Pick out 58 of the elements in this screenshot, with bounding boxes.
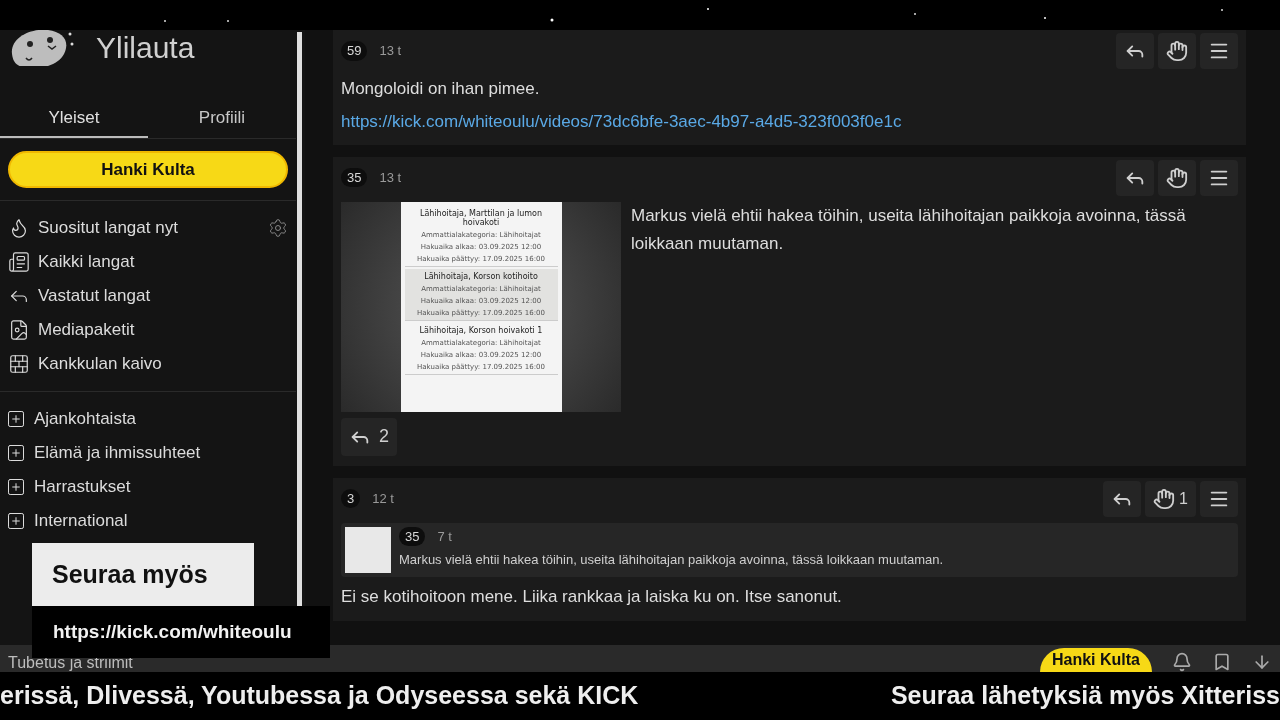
- category-item[interactable]: Ajankohtaista: [0, 402, 296, 436]
- like-button[interactable]: 1: [1145, 480, 1196, 517]
- like-button[interactable]: [1158, 33, 1196, 69]
- post-score: 35: [341, 167, 368, 188]
- reply-button[interactable]: [1103, 480, 1142, 517]
- ticker-text: Seuraa lähetyksiä myös Xitteriss: [890, 680, 1280, 712]
- post-time: 12 t: [372, 489, 394, 508]
- upgrade-button[interactable]: Hanki Kulta: [1040, 648, 1152, 672]
- reply-button[interactable]: [1116, 159, 1154, 196]
- nav-icon: [8, 251, 30, 273]
- settings-icon[interactable]: [268, 218, 288, 238]
- post-score: 59: [341, 41, 368, 61]
- overlay-url: https://kick.com/whiteoulu: [32, 606, 330, 658]
- menu-button[interactable]: [1200, 480, 1238, 517]
- sidebar-link[interactable]: Vastatut langat: [8, 283, 151, 309]
- sidebar-link[interactable]: Mediapaketit: [8, 317, 135, 343]
- job-title: Lähihoitaja, Marttilan ja lumon hoivakoti: [418, 208, 544, 227]
- bell-icon[interactable]: [1172, 652, 1192, 672]
- thumbnail-drawing: [345, 526, 391, 573]
- job-title: Lähihoitaja, Korson kotihoito: [424, 271, 538, 281]
- expand-icon: [6, 443, 26, 463]
- expand-icon: [6, 409, 26, 429]
- category-item[interactable]: Elämä ja ihmissuhteet: [0, 436, 296, 470]
- expand-icon: [6, 477, 26, 497]
- hand-icon: [1153, 487, 1176, 510]
- post-score: 35: [399, 526, 426, 546]
- site-title: Ylilauta: [96, 33, 195, 63]
- overlay-heading: Seuraa myös: [32, 543, 254, 606]
- post-time: 13 t: [379, 168, 402, 187]
- reply-button[interactable]: [1116, 33, 1154, 69]
- sidebar-link[interactable]: Kankkulan kaivo: [8, 351, 162, 377]
- post-score: 3: [341, 488, 361, 509]
- post-text: Ei se kotihoitoon mene. Liika rankkaa ja laiska ku on. Itse sanonut.: [341, 585, 843, 608]
- bookmark-icon[interactable]: [1212, 652, 1232, 672]
- post-link[interactable]: https://kick.com/whiteoulu/videos/73dc6bfe-3aec-4b97-a4d5-323f003f0e1c: [341, 109, 1238, 135]
- menu-button[interactable]: [1200, 33, 1238, 69]
- job-title: Lähihoitaja, Korson hoivakoti 1: [419, 325, 543, 335]
- hand-icon: [1166, 40, 1188, 62]
- quoted-text: Markus vielä ehtii hakea töihin, useita lähihoitajan paikkoja avoinna, tässä loikkaan muutaman.: [399, 551, 944, 569]
- sidebar-tab[interactable]: Profiili: [148, 100, 296, 138]
- expand-icon: [6, 511, 26, 531]
- sidebar-link[interactable]: Suositut langat nyt: [8, 215, 178, 241]
- sidebar-tab[interactable]: Yleiset: [0, 100, 148, 138]
- ticker-text: erissä, Dlivessä, Youtubessa ja Odyseessa sekä KICK: [0, 680, 639, 712]
- nav-icon: [8, 319, 30, 341]
- replies-button[interactable]: 2: [341, 417, 397, 456]
- category-item[interactable]: International: [0, 504, 296, 538]
- menu-button[interactable]: [1200, 159, 1238, 196]
- post-text: Markus vielä ehtii hakea töihin, useita lähihoitajan paikkoja avoinna, tässä loikkaan muutaman.: [631, 204, 1187, 255]
- like-button[interactable]: [1158, 159, 1196, 196]
- upgrade-button[interactable]: Hanki Kulta: [8, 151, 288, 188]
- category-item[interactable]: Harrastukset: [0, 470, 296, 504]
- nav-icon: [8, 353, 30, 375]
- post-text: Mongoloidi on ihan pimee.: [341, 78, 541, 100]
- hand-icon: [1166, 166, 1188, 189]
- post-time: 7 t: [437, 527, 452, 546]
- post-time: 13 t: [379, 42, 402, 61]
- sidebar-link[interactable]: Kaikki langat: [8, 249, 135, 275]
